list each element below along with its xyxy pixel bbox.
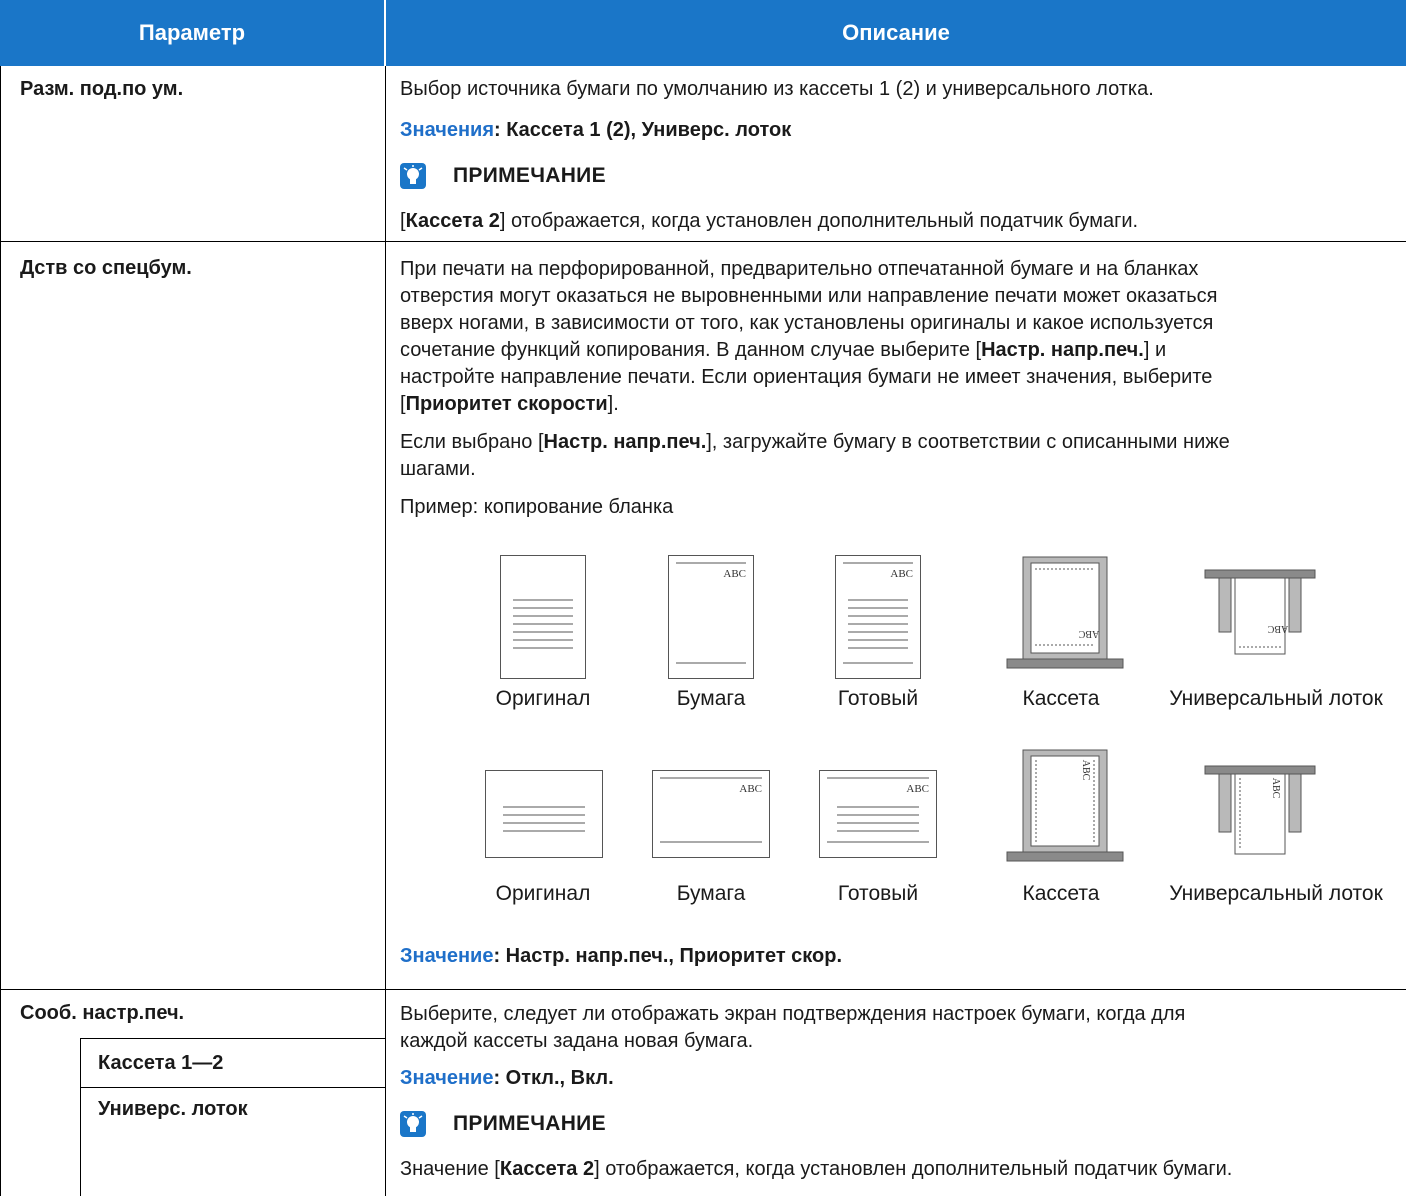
sub-param-mp-tray: Универс. лоток (98, 1098, 248, 1120)
abc-mark: ABC (1270, 778, 1281, 799)
p1-line6-bold: Приоритет скорости (405, 393, 608, 415)
sub-row-divider-2 (80, 1087, 385, 1088)
note-title-2: ПРИМЕЧАНИЕ (453, 1112, 606, 1135)
mp-tray-portrait-figure: ABC (1204, 569, 1316, 655)
value-special-paper: Значение: Настр. напр.печ., Приоритет ск… (400, 945, 842, 968)
p1-line1: При печати на перфорированной, предварит… (400, 258, 1199, 280)
abc-mark: ABC (723, 568, 746, 580)
value-key: Значение (400, 1067, 494, 1089)
p1-line2: отверстия могут оказаться не выровненным… (400, 285, 1218, 307)
row-divider-2 (0, 989, 1406, 990)
row-divider-1 (0, 241, 1406, 242)
param-default-paper: Разм. под.по ум. (20, 78, 184, 100)
note-text-2-post: ] отображается, когда установлен дополни… (594, 1158, 1233, 1180)
p1-line5: настройте направление печати. Если ориен… (400, 366, 1213, 388)
value-text: : Откл., Вкл. (493, 1067, 614, 1089)
lightbulb-note-icon (400, 1111, 426, 1137)
example-label: Пример: копирование бланка (400, 496, 674, 518)
original-portrait-figure (500, 555, 586, 679)
header-parameter: Параметр (0, 0, 384, 66)
values-text: : Кассета 1 (2), Универс. лоток (494, 119, 792, 141)
mp-tray-landscape-figure: ABC (1204, 765, 1316, 855)
settings-table: Параметр Описание Разм. под.по ум. Выбор… (0, 0, 1406, 1196)
p2-line2: шагами. (400, 458, 476, 480)
sub-param-cassette: Кассета 1—2 (98, 1052, 224, 1074)
p1-line4: сочетание функций копирования. В данном … (400, 337, 1166, 364)
header-description: Описание (386, 0, 1406, 66)
cassette-landscape-figure: ABC (1006, 749, 1124, 862)
sub-row-divider-1 (80, 1038, 385, 1039)
p1-line4-bold: Настр. напр.печ. (981, 339, 1144, 361)
table-border-left (0, 66, 1, 1196)
caption-mp-tray: Универсальный лоток (1169, 687, 1383, 710)
p1-line4-post: ] и (1143, 339, 1167, 361)
desc-default-paper: Выбор источника бумаги по умолчанию из к… (400, 78, 1154, 100)
paper-landscape-figure: ABC (652, 770, 770, 858)
finished-portrait-figure: ABC (835, 555, 921, 679)
abc-mark: ABC (1078, 628, 1099, 639)
values-key: Значения (400, 119, 495, 141)
note-text-post: ] отображается, когда установлен дополни… (499, 210, 1139, 232)
cassette-portrait-figure: ABC (1006, 556, 1124, 669)
note-text-bold: Кассета 2 (405, 210, 500, 232)
column-divider (385, 66, 386, 1196)
p1-line3: вверх ногами, в зависимости от того, как… (400, 312, 1214, 334)
sub-param-divider (80, 1038, 81, 1196)
p2-line1-pre: Если выбрано [ (400, 431, 544, 453)
caption-mp-tray-2: Универсальный лоток (1169, 882, 1383, 905)
param-special-paper: Дств со спецбум. (20, 257, 192, 279)
paper-portrait-figure: ABC (668, 555, 754, 679)
lightbulb-note-icon (400, 163, 426, 189)
note-text: [Кассета 2] отображается, когда установл… (400, 208, 1138, 235)
p1-line6-post: ]. (607, 393, 619, 415)
p1-line6: [Приоритет скорости]. (400, 391, 619, 418)
note-text-2-bold: Кассета 2 (499, 1158, 595, 1180)
abc-mark: ABC (1267, 623, 1288, 634)
values-default-paper: Значения: Кассета 1 (2), Универс. лоток (400, 119, 791, 142)
p2-line1: Если выбрано [Настр. напр.печ.], загружа… (400, 429, 1230, 456)
note-text-2: Значение [Кассета 2] отображается, когда… (400, 1156, 1232, 1183)
value-paper-settings-msg: Значение: Откл., Вкл. (400, 1067, 614, 1090)
abc-mark: ABC (1080, 760, 1091, 781)
abc-mark: ABC (890, 568, 913, 580)
original-landscape-figure (485, 770, 603, 858)
desc3-line2: каждой кассеты задана новая бумага. (400, 1030, 754, 1052)
desc3-line1: Выберите, следует ли отображать экран по… (400, 1003, 1186, 1025)
p2-line1-post: ], загружайте бумагу в соответствии с оп… (706, 431, 1230, 453)
abc-mark: ABC (739, 783, 762, 795)
note-title: ПРИМЕЧАНИЕ (453, 164, 606, 187)
p2-line1-bold: Настр. напр.печ. (543, 431, 707, 453)
p1-line4-pre: сочетание функций копирования. В данном … (400, 339, 982, 361)
note-text-2-pre: Значение [ (400, 1158, 500, 1180)
param-paper-settings-msg: Сооб. настр.печ. (20, 1002, 185, 1024)
finished-landscape-figure: ABC (819, 770, 937, 858)
value-text: : Настр. напр.печ., Приоритет скор. (493, 945, 843, 967)
abc-mark: ABC (906, 783, 929, 795)
value-key: Значение (400, 945, 494, 967)
